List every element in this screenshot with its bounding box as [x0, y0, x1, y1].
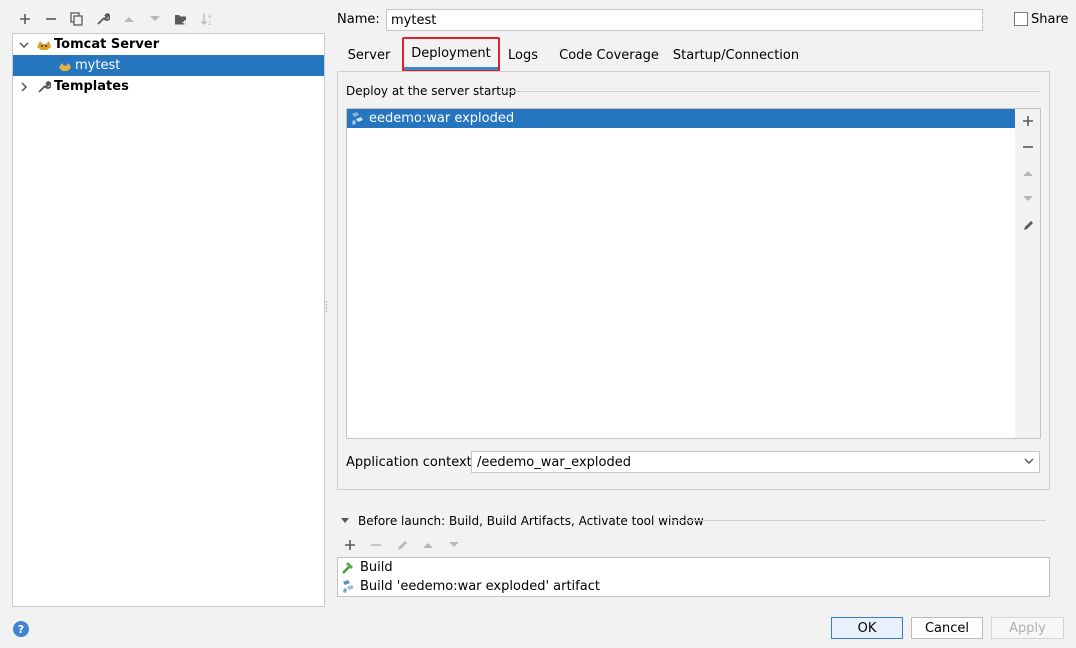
artifact-toolbar [1015, 108, 1041, 439]
name-label: Name: [337, 12, 380, 27]
configuration-tree[interactable]: Tomcat Server mytest Templates [12, 33, 325, 607]
name-input[interactable] [386, 9, 983, 31]
tab-label: Logs [508, 47, 538, 63]
remove-icon[interactable] [366, 535, 386, 555]
section-label: Deploy at the server startup [346, 84, 517, 98]
remove-icon[interactable] [1018, 137, 1038, 157]
highlight-box [402, 37, 500, 72]
artifact-list[interactable] [346, 108, 1016, 439]
before-launch-label: Before launch: Build, Build Artifacts, A… [358, 514, 704, 528]
tomcat-icon [36, 37, 52, 53]
application-context-value: /eedemo_war_exploded [477, 454, 631, 470]
help-icon[interactable]: ? [13, 621, 29, 637]
artifact-label: eedemo:war exploded [369, 111, 515, 126]
tab-logs[interactable]: Logs [503, 40, 543, 70]
tab-server[interactable]: Server [344, 40, 394, 70]
tree-item-label: mytest [75, 58, 121, 73]
apply-button[interactable]: Apply [991, 617, 1064, 639]
tab-startup-connection[interactable]: Startup/Connection [673, 40, 799, 70]
tab-label: Code Coverage [559, 47, 659, 63]
svg-text:z: z [208, 20, 211, 26]
edit-icon[interactable] [1018, 215, 1038, 235]
tree-item-label: Templates [54, 79, 129, 94]
add-icon[interactable] [340, 535, 360, 555]
move-up-icon[interactable] [119, 9, 139, 29]
svg-text:a: a [208, 13, 212, 20]
tree-item-templates[interactable]: Templates [13, 76, 324, 97]
add-icon[interactable] [15, 9, 35, 29]
collapse-triangle-icon[interactable] [340, 514, 350, 529]
cancel-button[interactable]: Cancel [911, 617, 983, 639]
tab-code-coverage[interactable]: Code Coverage [556, 40, 662, 70]
artifact-icon [340, 579, 356, 595]
move-down-icon[interactable] [444, 535, 464, 555]
tab-label: Startup/Connection [672, 47, 800, 63]
application-context-combobox[interactable]: /eedemo_war_exploded [471, 451, 1040, 473]
move-up-icon[interactable] [418, 535, 438, 555]
sort-icon[interactable]: az [197, 9, 217, 29]
share-label[interactable]: Share [1031, 12, 1069, 27]
splitter-handle[interactable] [325, 300, 328, 314]
list-item[interactable]: Build 'eedemo:war exploded' artifact [338, 577, 1049, 596]
wrench-icon [36, 79, 52, 95]
before-launch-item-label: Build [360, 560, 393, 575]
ok-button[interactable]: OK [831, 617, 903, 639]
artifact-icon [349, 111, 365, 127]
divider [500, 91, 1040, 92]
share-checkbox[interactable] [1014, 12, 1028, 26]
edit-icon[interactable] [392, 535, 412, 555]
wrench-icon[interactable] [93, 9, 113, 29]
tree-item-tomcat-server[interactable]: Tomcat Server [13, 34, 324, 55]
tab-label: Server [347, 47, 391, 63]
chevron-down-icon[interactable] [16, 37, 32, 53]
move-up-icon[interactable] [1018, 163, 1038, 183]
move-down-icon[interactable] [1018, 189, 1038, 209]
before-launch-item-label: Build 'eedemo:war exploded' artifact [360, 579, 600, 594]
tree-item-mytest[interactable]: mytest [13, 55, 324, 76]
move-down-icon[interactable] [145, 9, 165, 29]
add-icon[interactable] [1018, 111, 1038, 131]
new-folder-icon[interactable] [171, 9, 191, 29]
tomcat-config-icon [57, 58, 73, 74]
chevron-right-icon[interactable] [16, 79, 32, 95]
remove-icon[interactable] [41, 9, 61, 29]
copy-icon[interactable] [67, 9, 87, 29]
chevron-down-icon[interactable] [1023, 455, 1035, 471]
list-item[interactable]: Build [338, 558, 1049, 577]
tree-item-label: Tomcat Server [54, 37, 160, 52]
application-context-label: Application context: [346, 455, 477, 470]
list-item[interactable]: eedemo:war exploded [347, 109, 1015, 128]
divider [672, 520, 1046, 521]
build-hammer-icon [340, 560, 356, 576]
